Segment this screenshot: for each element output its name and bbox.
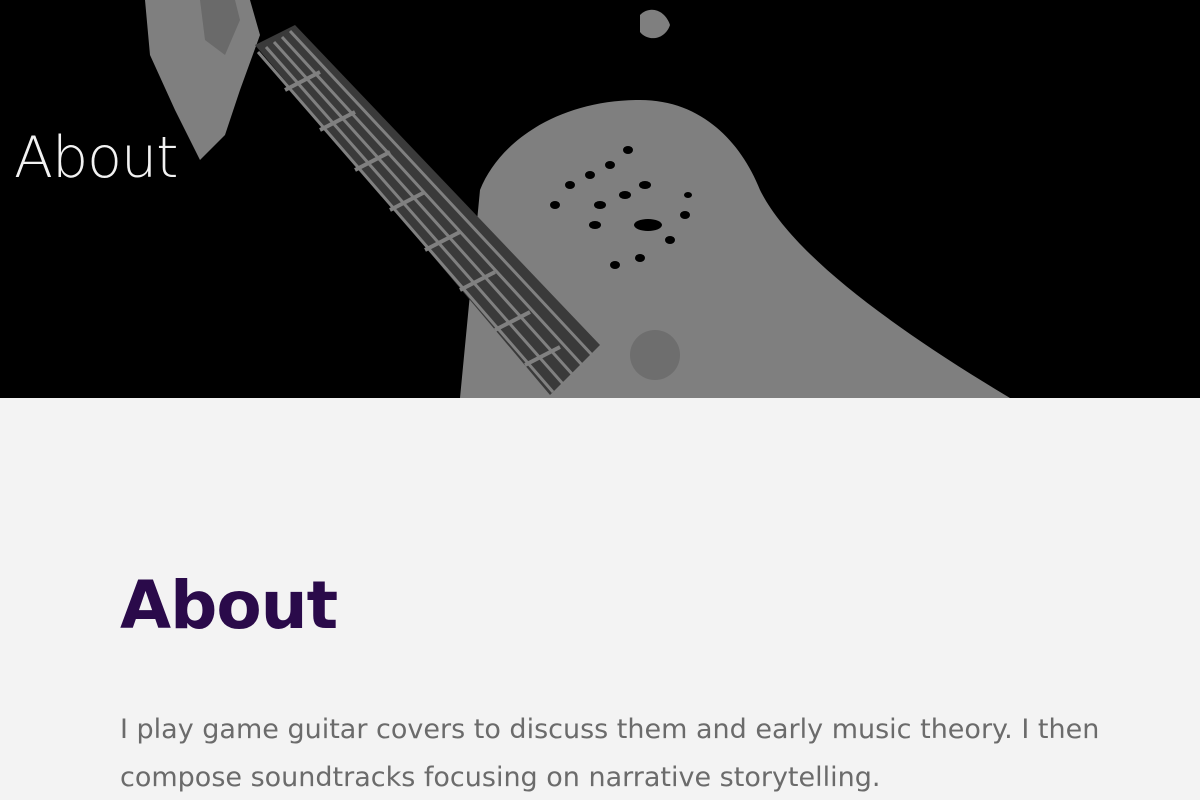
- about-paragraph: I play game guitar covers to discuss the…: [120, 714, 1100, 793]
- page-title: About: [120, 567, 338, 644]
- guitar-photo: [145, 0, 1010, 398]
- hero-banner: About: [0, 0, 1200, 398]
- hero-title: About: [14, 125, 179, 191]
- main-content: About I play game guitar covers to discu…: [0, 398, 1200, 800]
- tuning-peg-shape: [640, 9, 670, 39]
- sound-hole-shading: [630, 330, 680, 380]
